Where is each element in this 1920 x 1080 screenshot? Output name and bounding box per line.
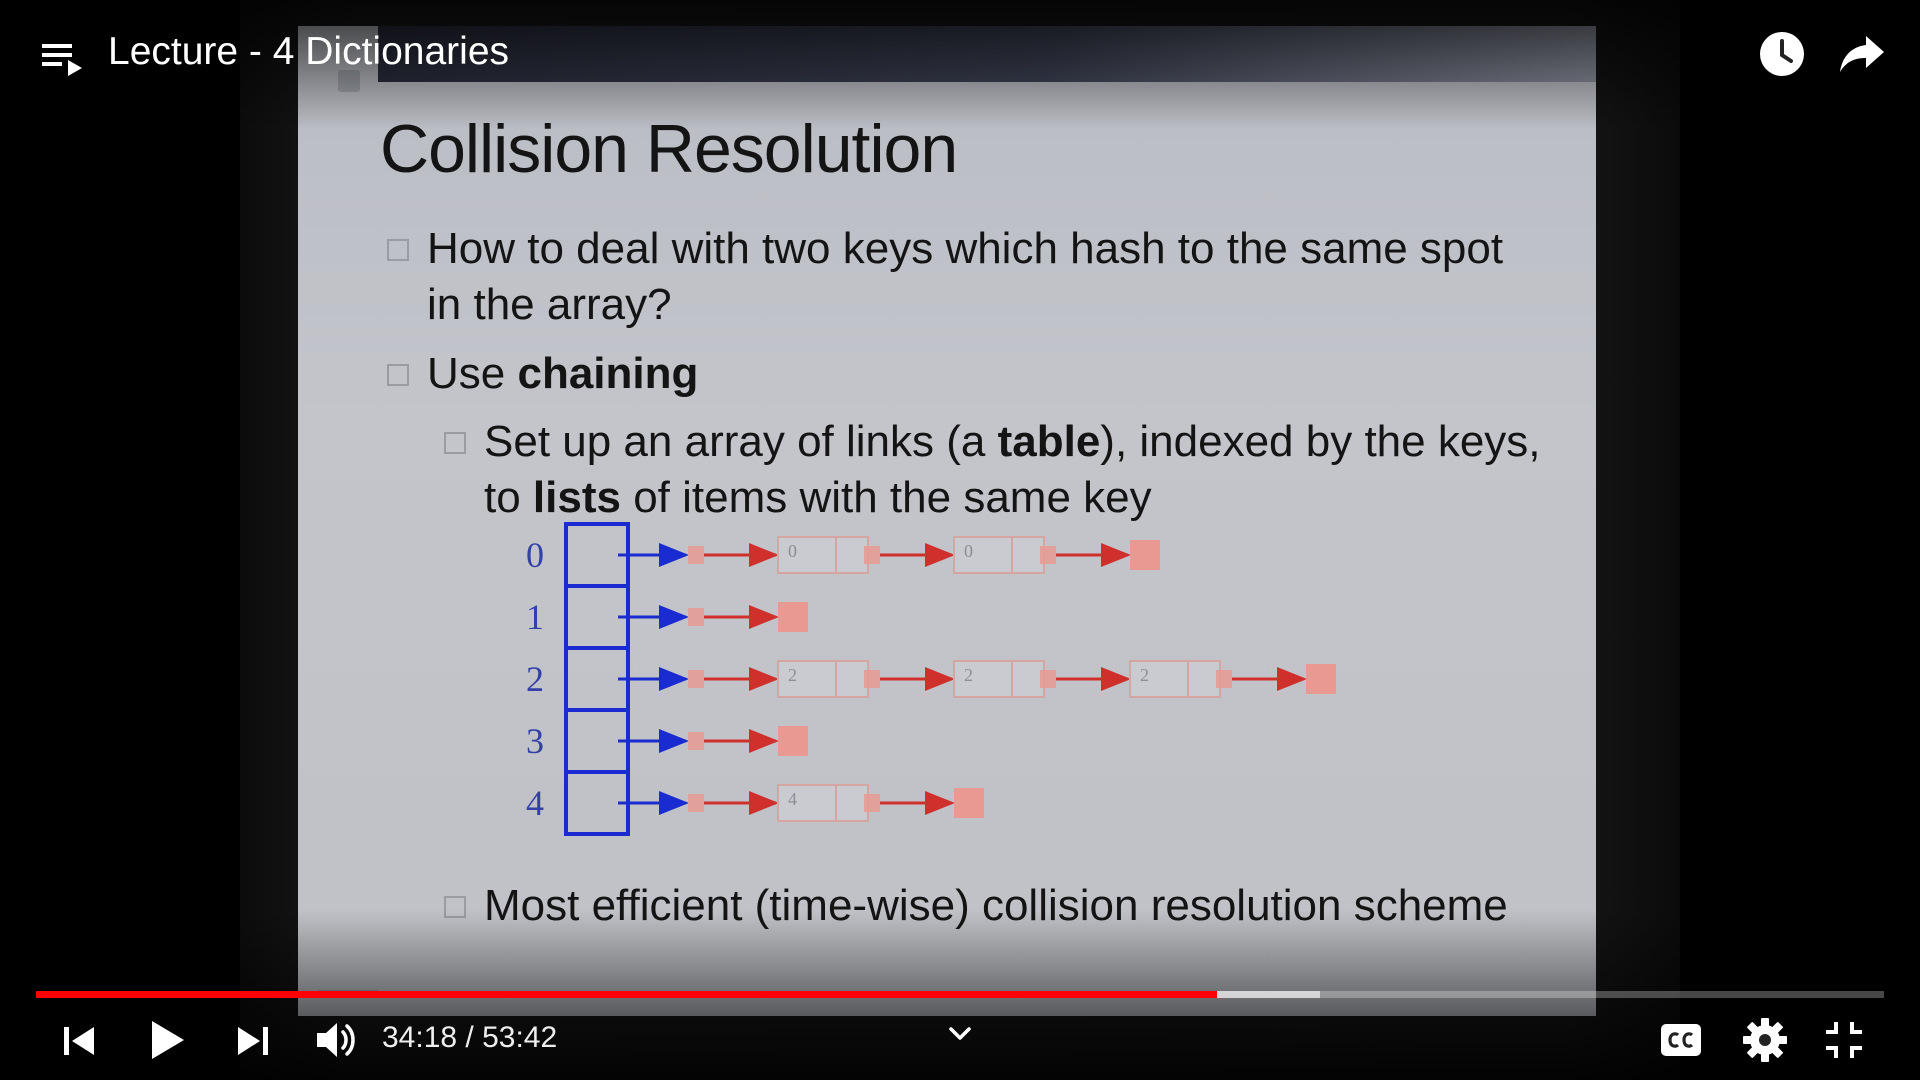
chain-node-label: 0 <box>964 541 973 561</box>
progress-bar[interactable] <box>36 991 1884 998</box>
chain-link-stub <box>864 794 880 812</box>
slide-bullet-3-bold-lists: lists <box>532 473 621 522</box>
captions-button[interactable] <box>1660 1022 1702 1058</box>
table-index-label: 3 <box>526 721 544 761</box>
chain-node-label: 4 <box>788 789 797 809</box>
progress-played <box>36 991 1217 998</box>
gear-icon <box>1743 1018 1787 1062</box>
chain-node-label: 2 <box>788 665 797 685</box>
chain-node-label: 0 <box>788 541 797 561</box>
skip-previous-button[interactable] <box>60 1022 98 1060</box>
time-display: 34:18 / 53:42 <box>382 1021 558 1054</box>
table-index-label: 4 <box>526 783 544 823</box>
exit-fullscreen-button[interactable] <box>1824 1020 1864 1060</box>
settings-button[interactable] <box>1742 1017 1788 1063</box>
bullet-square-icon <box>387 364 409 386</box>
slide-bullet-3-text-c: of items with the same key <box>620 473 1152 522</box>
chaining-diagram: 0 0 0 1 2 2 2 2 3 4 4 <box>526 522 1336 836</box>
table-index-label: 2 <box>526 659 544 699</box>
clock-icon[interactable] <box>1758 30 1806 78</box>
chevron-down-icon[interactable] <box>946 1020 974 1048</box>
cc-icon <box>1661 1024 1701 1056</box>
slide-bullet-2-text: Use <box>427 349 518 398</box>
lecture-slide: Collision Resolution How to deal with tw… <box>298 26 1596 1016</box>
volume-button[interactable] <box>314 1018 360 1062</box>
play-button[interactable] <box>148 1018 188 1062</box>
slide-bullet-2-bold: chaining <box>517 349 699 398</box>
chain-null-terminator <box>778 726 808 756</box>
bullet-square-icon <box>444 432 466 454</box>
share-arrow-icon[interactable] <box>1838 32 1886 76</box>
bullet-square-icon <box>387 239 409 261</box>
chain-link-stub <box>688 732 704 750</box>
chain-node-label: 2 <box>964 665 973 685</box>
exit-fullscreen-icon <box>1826 1022 1862 1058</box>
chain-null-terminator <box>1306 664 1336 694</box>
skip-next-icon <box>238 1027 268 1055</box>
slide-bullet-2: Use chaining <box>387 346 699 402</box>
slide-bullet-3: Set up an array of links (a table), inde… <box>444 414 1544 526</box>
chain-link-stub <box>688 670 704 688</box>
volume-icon <box>317 1023 355 1057</box>
video-title[interactable]: Lecture - 4 Dictionaries <box>108 30 509 74</box>
chain-link-stub <box>864 670 880 688</box>
skip-next-button[interactable] <box>234 1022 272 1060</box>
slide-bullet-1-text: How to deal with two keys which hash to … <box>427 224 1504 329</box>
table-index-label: 0 <box>526 535 544 575</box>
chain-null-terminator <box>1130 540 1160 570</box>
chain-link-stub <box>864 546 880 564</box>
slide-bullet-1: How to deal with two keys which hash to … <box>387 221 1527 333</box>
chain-null-terminator <box>778 602 808 632</box>
chain-node-label: 2 <box>1140 665 1149 685</box>
chain-null-terminator <box>954 788 984 818</box>
play-icon <box>152 1021 184 1059</box>
chain-link-stub <box>688 546 704 564</box>
slide-bullet-3-bold-table: table <box>997 417 1101 466</box>
chain-link-stub <box>688 794 704 812</box>
chain-link-stub <box>688 608 704 626</box>
playlist-icon[interactable] <box>40 38 84 82</box>
chain-link-stub <box>1040 670 1056 688</box>
slide-bullet-3-text-a: Set up an array of links (a <box>484 417 998 466</box>
chain-link-stub <box>1216 670 1232 688</box>
chain-link-stub <box>1040 546 1056 564</box>
skip-previous-icon <box>64 1027 94 1055</box>
table-index-label: 1 <box>526 597 544 637</box>
